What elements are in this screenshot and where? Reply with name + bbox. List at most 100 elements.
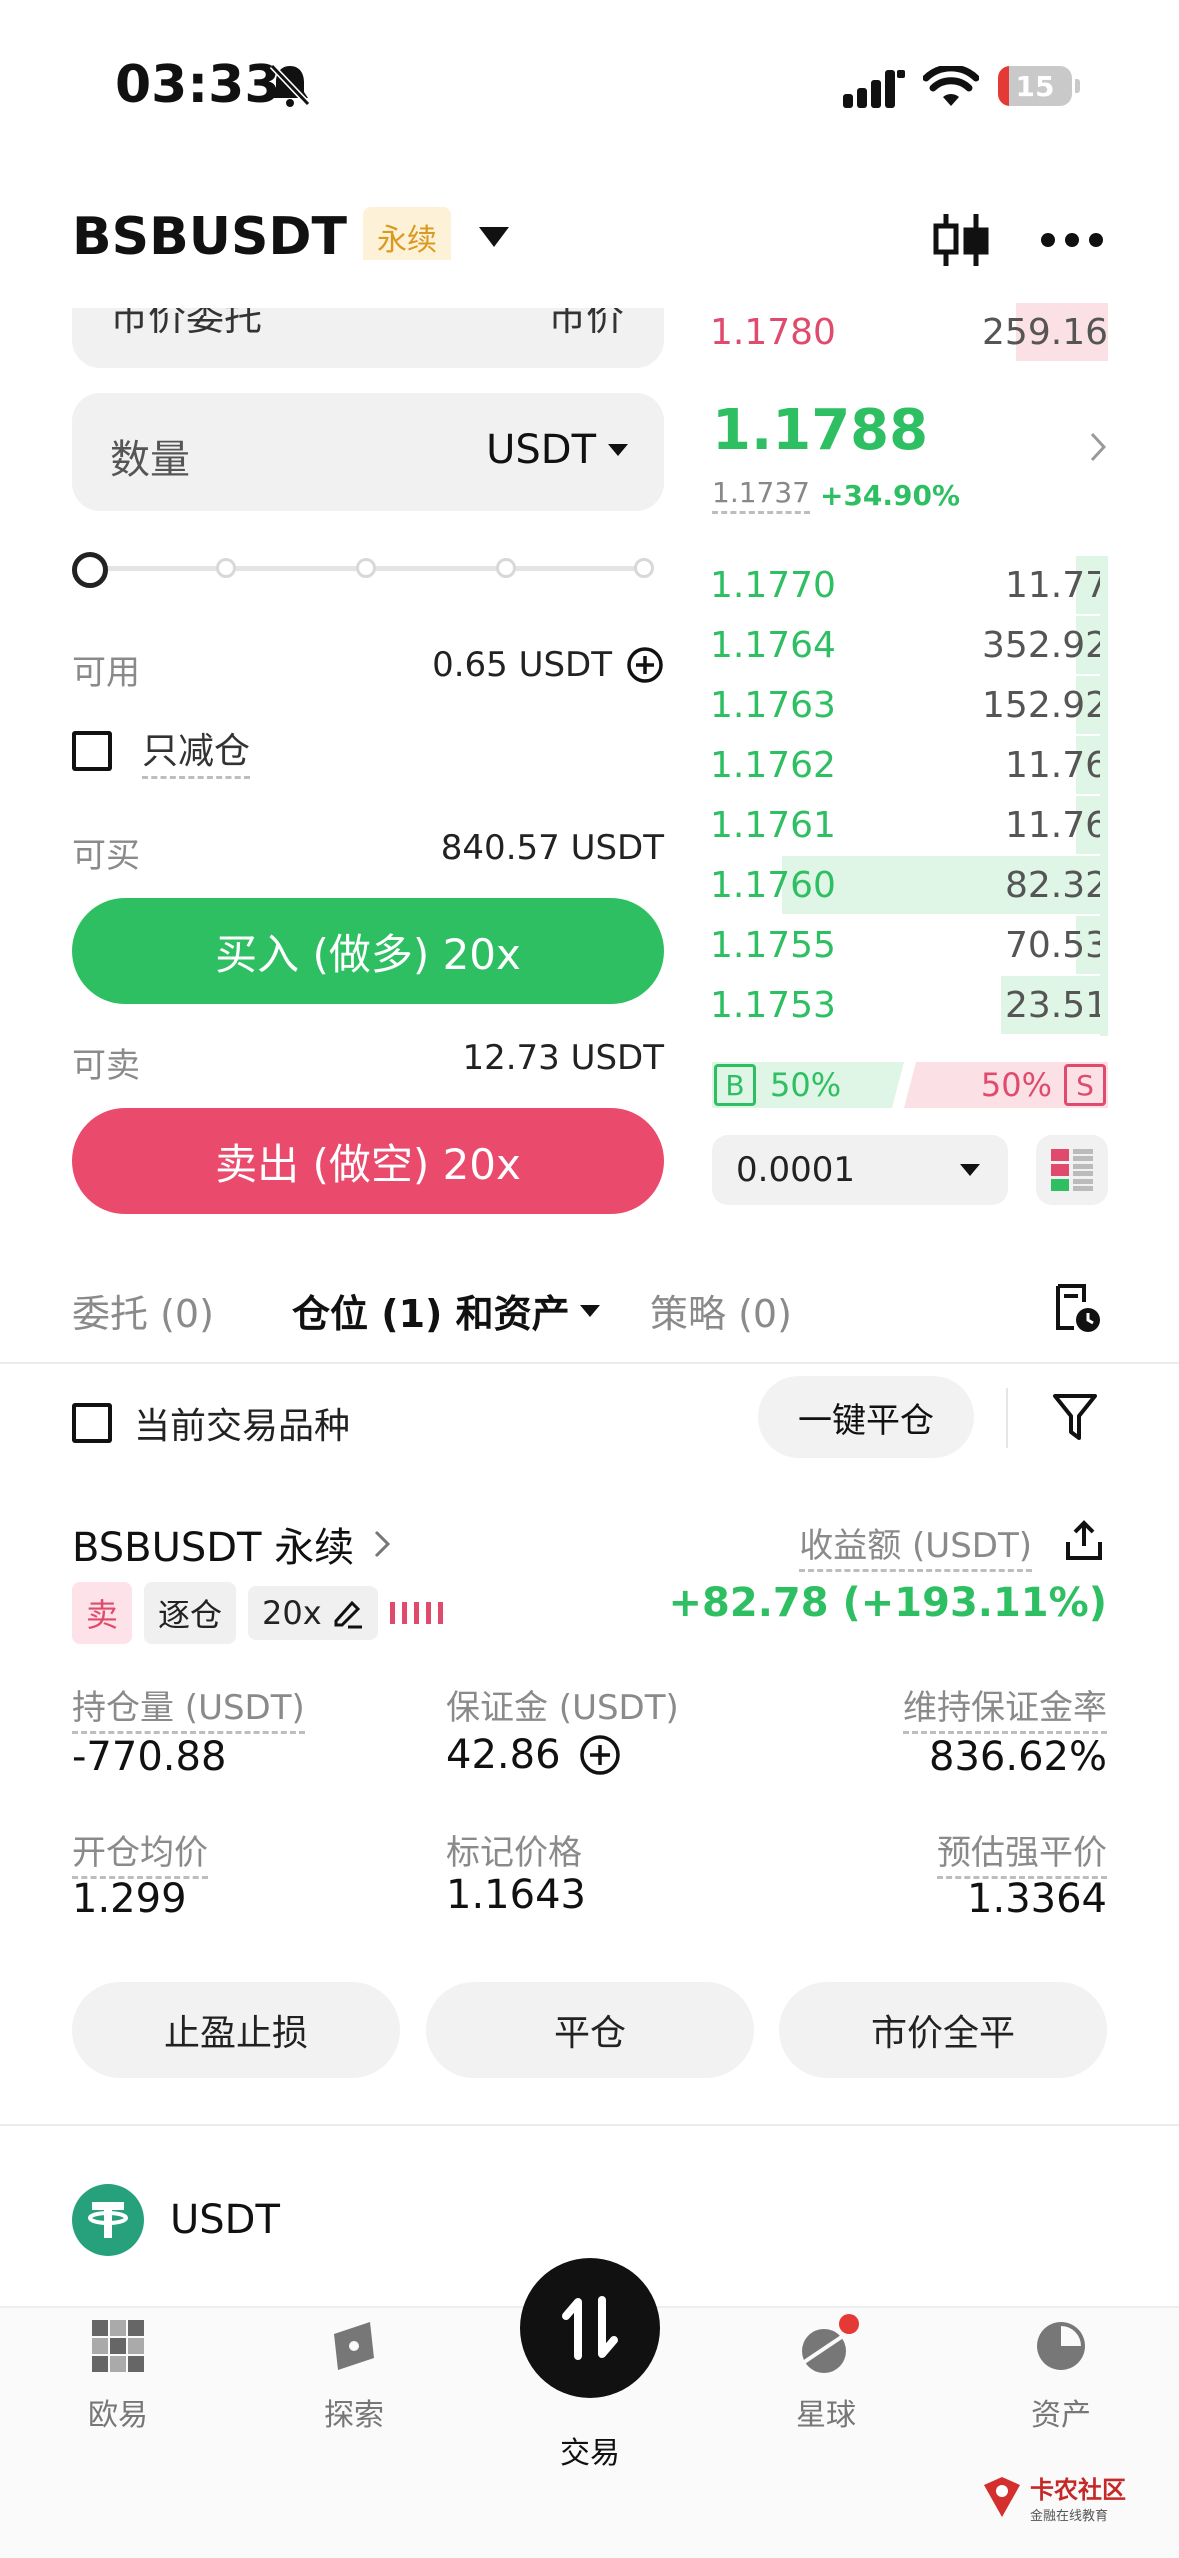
bid-row[interactable]: 1.1760 82.32 <box>710 856 1108 914</box>
tab-trade[interactable]: 交易 <box>472 2320 708 2472</box>
bid-row[interactable]: 1.1762 11.76 <box>710 736 1108 794</box>
tpsl-button[interactable]: 止盈止损 <box>72 1982 400 2078</box>
depth-edge <box>1100 556 1108 1036</box>
signal-icon <box>843 70 905 108</box>
close-all-button[interactable]: 一键平仓 <box>758 1376 974 1458</box>
pnl-value: +82.78 (+193.11%) <box>668 1580 1107 1626</box>
available-row: 0.65 USDT <box>432 645 664 685</box>
quantity-unit: USDT <box>486 427 596 473</box>
checkbox-box[interactable] <box>72 730 112 771</box>
position-title-link[interactable]: BSBUSDT 永续 <box>72 1515 391 1573</box>
watermark-logo-icon <box>984 2477 1020 2517</box>
can-buy-value: 840.57 USDT <box>440 828 664 868</box>
precision-select[interactable]: 0.0001 <box>712 1135 1008 1205</box>
wifi-icon <box>923 66 979 106</box>
ask-row[interactable]: 1.1780 259.16 <box>710 303 1108 361</box>
mark-price: 1.1737 <box>712 476 810 514</box>
bid-price: 1.1760 <box>710 864 836 906</box>
tab-orders[interactable]: 委托 (0) <box>72 1283 214 1338</box>
watermark: 卡农社区 金融在线教育 <box>980 2470 1126 2524</box>
bid-price: 1.1770 <box>710 564 836 606</box>
share-icon[interactable] <box>1064 1520 1104 1562</box>
margin-value: 42.86 <box>446 1732 561 1778</box>
quantity-unit-select[interactable]: USDT <box>486 427 628 473</box>
bid-price: 1.1763 <box>710 684 836 726</box>
tab-trade-label: 交易 <box>560 2436 620 2471</box>
asset-row[interactable]: USDT <box>72 2184 280 2256</box>
bid-row[interactable]: 1.1763 152.92 <box>710 676 1108 734</box>
depth-view-button[interactable] <box>1036 1135 1108 1205</box>
can-buy-label: 可买 <box>72 836 140 876</box>
tab-positions-label: 仓位 (1) 和资产 <box>292 1292 570 1336</box>
bid-price: 1.1755 <box>710 924 836 966</box>
margin-row: 42.86 <box>446 1732 621 1778</box>
status-bar: 03:33 15 <box>0 0 1179 160</box>
notification-dot <box>839 2314 859 2334</box>
add-margin-icon[interactable] <box>579 1734 621 1776</box>
current-pair-checkbox[interactable]: 当前交易品种 <box>72 1397 350 1449</box>
buy-long-button[interactable]: 买入 (做多) 20x <box>72 898 664 1004</box>
perpetual-badge: 永续 <box>363 207 452 267</box>
usdt-logo-icon <box>72 2184 144 2256</box>
sell-short-button[interactable]: 卖出 (做空) 20x <box>72 1108 664 1214</box>
more-icon[interactable] <box>1040 232 1104 248</box>
current-pair-label: 当前交易品种 <box>134 1406 351 1447</box>
bid-row[interactable]: 1.1761 11.76 <box>710 796 1108 854</box>
bid-qty: 82.32 <box>1004 864 1108 906</box>
bid-qty: 11.76 <box>1004 744 1108 786</box>
quantity-slider[interactable] <box>72 548 664 588</box>
tab-okx-label: 欧易 <box>88 2398 148 2433</box>
sell-ratio-badge: S <box>1064 1064 1106 1106</box>
history-icon[interactable] <box>1052 1282 1102 1334</box>
caret-down-icon <box>608 444 628 456</box>
bid-price: 1.1764 <box>710 624 836 666</box>
price-subline: 1.1737 +34.90% <box>712 476 960 514</box>
add-circle-icon[interactable] <box>626 646 664 684</box>
tab-positions[interactable]: 仓位 (1) 和资产 <box>292 1283 600 1338</box>
bid-qty: 152.92 <box>982 684 1108 726</box>
slider-thumb[interactable] <box>72 552 108 588</box>
leverage-tag[interactable]: 20x <box>248 1586 378 1640</box>
filter-icon[interactable] <box>1052 1392 1098 1442</box>
compass-icon <box>334 2322 374 2370</box>
buy-sell-ratio: B 50% 50% S <box>712 1062 1108 1108</box>
mark-label: 标记价格 <box>446 1833 582 1873</box>
can-sell-value: 12.73 USDT <box>462 1038 664 1078</box>
bid-row[interactable]: 1.1753 23.51 <box>710 976 1108 1034</box>
margin-mode-tag: 逐仓 <box>144 1582 237 1644</box>
precision-value: 0.0001 <box>736 1150 855 1190</box>
tab-planet[interactable]: 星球 <box>708 2314 944 2434</box>
tab-okx[interactable]: 欧易 <box>0 2320 236 2434</box>
battery-indicator: 15 <box>998 66 1080 106</box>
bid-row[interactable]: 1.1764 352.92 <box>710 616 1108 674</box>
orderbook-layout-icon <box>1051 1149 1093 1191</box>
tab-explore-label: 探索 <box>324 2398 384 2433</box>
bid-row[interactable]: 1.1770 11.77 <box>710 556 1108 614</box>
side-tag: 卖 <box>72 1582 133 1644</box>
position-tags: 卖 逐仓 20x <box>72 1582 446 1644</box>
watermark-title: 卡农社区 <box>1030 2476 1126 2504</box>
entry-value: 1.299 <box>72 1876 187 1922</box>
reduce-only-checkbox[interactable]: 只减仓 <box>72 722 251 779</box>
quantity-input[interactable]: 数量 USDT <box>72 393 664 511</box>
tab-assets[interactable]: 资产 <box>943 2320 1179 2434</box>
status-time: 03:33 <box>115 55 281 115</box>
available-label: 可用 <box>72 653 140 693</box>
checkbox-box[interactable] <box>72 1403 112 1443</box>
caret-down-icon <box>479 227 510 247</box>
market-close-button[interactable]: 市价全平 <box>779 1982 1107 2078</box>
bid-price: 1.1753 <box>710 984 836 1026</box>
pair-selector[interactable]: BSBUSDT 永续 <box>72 207 510 267</box>
tab-explore[interactable]: 探索 <box>236 2320 472 2434</box>
tab-planet-label: 星球 <box>796 2398 856 2433</box>
tab-strategies[interactable]: 策略 (0) <box>650 1283 792 1338</box>
chevron-right-icon <box>375 1530 391 1558</box>
asset-name: USDT <box>170 2197 280 2243</box>
candlestick-chart-icon[interactable] <box>932 210 992 270</box>
close-position-button[interactable]: 平仓 <box>426 1982 754 2078</box>
bid-row[interactable]: 1.1755 70.53 <box>710 916 1108 974</box>
chevron-right-icon[interactable] <box>1090 432 1106 462</box>
pie-chart-icon <box>1037 2322 1085 2370</box>
last-price[interactable]: 1.1788 <box>712 398 928 463</box>
quantity-label: 数量 <box>110 437 190 483</box>
